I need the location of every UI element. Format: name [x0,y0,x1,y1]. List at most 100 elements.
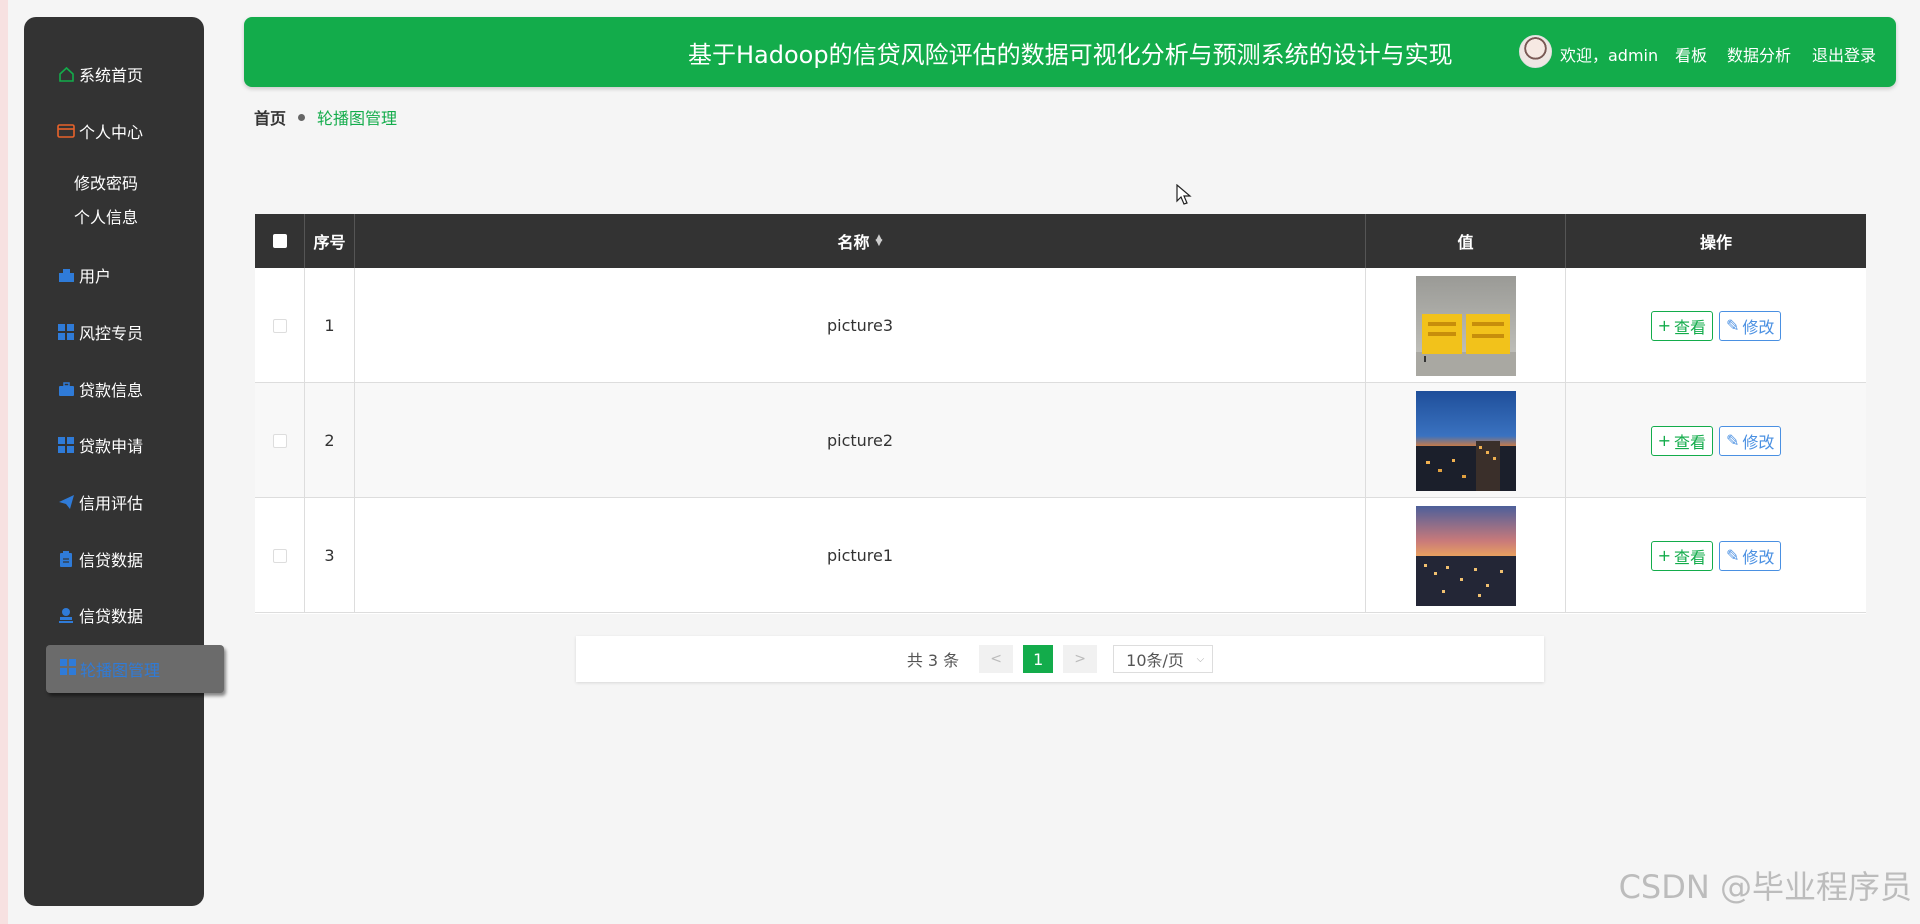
mouse-cursor-icon [1176,184,1192,205]
sidebar-item-label: 用户 [79,267,112,286]
breadcrumb-current: 轮播图管理 [317,109,398,128]
sort-icon[interactable]: ▲ ▼ [876,234,883,248]
edit-button-label: 修改 [1742,547,1775,567]
city-dusk-image[interactable] [1415,505,1516,606]
city-night-image[interactable] [1415,390,1516,491]
edit-button-label: 修改 [1742,432,1775,452]
sidebar-item-label: 贷款信息 [79,381,144,400]
plus-icon: + [1657,431,1671,450]
next-page-button[interactable]: > [1063,645,1098,673]
table-header: 序号 名称 ▲ ▼ 值 操作 [255,214,1866,268]
column-header-index: 序号 [305,214,355,268]
row-checkbox[interactable] [272,433,287,448]
sidebar-item-label: 信贷数据 [79,551,144,570]
edit-button-label: 修改 [1742,317,1775,337]
table-row: 3 picture1 + 查看 ✎ 修改 [255,498,1866,613]
user-card-icon [57,266,75,284]
prev-page-button[interactable]: < [979,645,1014,673]
sidebar-item-loan-info[interactable]: 贷款信息 [24,369,204,409]
watermark: CSDN @毕业程序员 [1618,868,1912,906]
stamp-icon [57,606,75,624]
row-actions: + 查看 ✎ 修改 [1566,383,1866,498]
select-all-checkbox[interactable] [272,234,287,248]
row-value-cell [1366,383,1566,498]
sidebar-item-label: 系统首页 [79,66,144,85]
wallet-icon [57,122,75,140]
page-size-select[interactable]: 10条/页 ⌵ [1113,645,1214,673]
sidebar-item-credit-data[interactable]: 信贷数据 [24,539,204,579]
grid-icon [57,436,75,454]
breadcrumb: 首页 轮播图管理 [254,105,397,129]
row-checkbox[interactable] [272,318,287,333]
view-button[interactable]: + 查看 [1650,425,1713,456]
row-name: picture3 [355,268,1366,383]
sidebar-item-loan-application[interactable]: 贷款申请 [24,425,204,465]
pencil-icon: ✎ [1726,546,1740,565]
page-number-button[interactable]: 1 [1023,645,1054,673]
sidebar-item-home[interactable]: 系统首页 [24,54,204,94]
sidebar-item-label: 信用评估 [79,494,144,513]
column-header-name[interactable]: 名称 ▲ ▼ [355,214,1366,268]
sidebar-item-credit-evaluation[interactable]: 信用评估 [24,482,204,522]
sidebar-item-carousel-management[interactable]: 轮播图管理 [46,645,224,693]
breadcrumb-separator [298,113,306,121]
sidebar-item-label: 贷款申请 [79,437,144,456]
view-button-label: 查看 [1673,547,1706,567]
dashboard-link[interactable]: 看板 [1675,42,1707,66]
row-name: picture2 [355,383,1366,498]
home-icon [57,65,75,83]
sidebar-item-label: 轮播图管理 [80,661,161,680]
column-header-actions: 操作 [1699,233,1732,252]
edit-button[interactable]: ✎ 修改 [1719,425,1782,456]
edit-button[interactable]: ✎ 修改 [1719,540,1782,571]
sidebar-item-label: 个人中心 [79,123,144,142]
pencil-icon: ✎ [1726,316,1740,335]
row-checkbox[interactable] [272,548,287,563]
clipboard-icon [57,550,75,568]
table-row: 2 picture2 + 查看 ✎ 修改 [255,383,1866,498]
row-index: 3 [305,498,355,613]
data-analysis-link[interactable]: 数据分析 [1727,42,1791,66]
view-button-label: 查看 [1673,432,1706,452]
carousel-table: 序号 名称 ▲ ▼ 值 操作 1 picture3 + 查看 ✎ 修改 2 pi… [255,214,1866,614]
column-header-value: 值 [1366,214,1566,268]
view-button[interactable]: + 查看 [1650,540,1713,571]
row-actions: + 查看 ✎ 修改 [1566,498,1866,613]
row-index: 1 [305,268,355,383]
briefcase-icon [57,380,75,398]
top-header: 基于Hadoop的信贷风险评估的数据可视化分析与预测系统的设计与实现 欢迎，ad… [244,17,1896,87]
row-value-cell [1366,498,1566,613]
row-value-cell [1366,268,1566,383]
left-edge [0,0,8,924]
sidebar-subitem-change-password[interactable]: 修改密码 [74,170,138,194]
sidebar-item-personal-center[interactable]: 个人中心 [24,111,204,151]
row-check-cell [255,498,305,613]
grid-icon [60,659,76,679]
select-all-cell [255,214,305,268]
edit-button[interactable]: ✎ 修改 [1719,310,1782,341]
plus-icon: + [1657,316,1671,335]
page-size-value: 10条/页 [1126,651,1184,670]
page-title: 基于Hadoop的信贷风险评估的数据可视化分析与预测系统的设计与实现 [688,41,1453,69]
pencil-icon: ✎ [1726,431,1740,450]
pagination: 共 3 条 < 1 > 10条/页 ⌵ [576,636,1544,682]
avatar[interactable] [1519,35,1552,68]
plus-icon: + [1657,546,1671,565]
sidebar: 系统首页 个人中心 修改密码 个人信息 用户 风控专员 贷款信息 贷款申请 信用… [24,17,224,906]
logout-link[interactable]: 退出登录 [1812,42,1876,66]
loan-text-image[interactable] [1415,275,1516,376]
welcome-text: 欢迎，admin [1560,46,1659,65]
grid-icon [57,323,75,341]
row-index: 2 [305,383,355,498]
sidebar-item-users[interactable]: 用户 [24,255,204,295]
breadcrumb-home[interactable]: 首页 [254,105,286,129]
chevron-down-icon: ⌵ [1196,653,1205,665]
sidebar-subitem-personal-info[interactable]: 个人信息 [74,204,138,228]
column-header-name-label: 名称 [837,233,870,252]
sidebar-item-credit-data-2[interactable]: 信贷数据 [24,595,204,635]
pagination-total: 共 3 条 [906,651,960,670]
row-check-cell [255,383,305,498]
sidebar-item-label: 风控专员 [79,324,144,343]
view-button[interactable]: + 查看 [1650,310,1713,341]
sidebar-item-risk-officer[interactable]: 风控专员 [24,312,204,352]
